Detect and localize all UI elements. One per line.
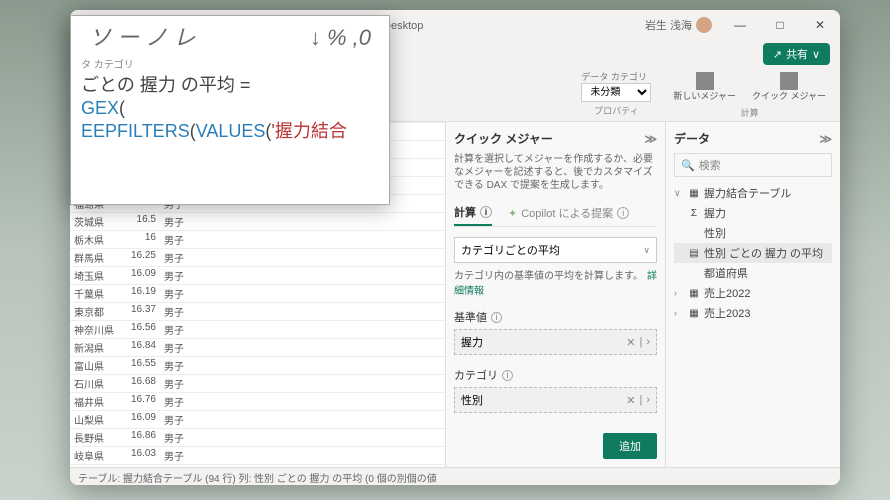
data-pane: データ ≫ 🔍 検索 ∨▦握力結合テーブル Σ握力 性別 ▤性別 ごとの 握力 … [665,122,840,467]
tab-copilot[interactable]: ✦ Copilot による提案i [508,200,629,226]
measure-icon: ▤ [688,247,700,259]
quick-measure-button[interactable]: クイック メジャー [746,70,832,104]
table-row[interactable]: 東京都16.37男子 [70,303,445,321]
tree-table[interactable]: ›▦売上2023 [674,303,832,323]
chevron-right-icon[interactable]: › [646,394,650,407]
minimize-button[interactable]: — [720,10,760,40]
sigma-icon: Σ [688,207,700,219]
table-row[interactable]: 石川県16.68男子 [70,375,445,393]
quick-measure-icon [780,72,798,90]
user-label[interactable]: 岩生 浅海 [645,17,712,33]
new-measure-button[interactable]: 新しいメジャー [667,70,742,104]
close-button[interactable]: ✕ [800,10,840,40]
status-bar: テーブル: 握力結合テーブル (94 行) 列: 性別 ごとの 握力 の平均 (… [70,467,840,485]
tab-calculation[interactable]: 計算i [454,200,492,226]
collapse-icon[interactable]: ≫ [644,132,657,146]
table-icon: ▦ [688,187,700,199]
maximize-button[interactable]: □ [760,10,800,40]
ribbon-group-properties: データ カテゴリ 未分類 プロパティ [581,70,651,117]
clear-icon[interactable]: ✕ [626,336,635,349]
zoom-ribbon-frag-left: ソ ー ノ レ [89,24,195,53]
quick-measure-pane: クイック メジャー ≫ 計算を選択してメジャーを作成するか、必要なメジャーを記述… [445,122,665,467]
table-row[interactable]: 長野県16.86男子 [70,429,445,447]
tree-table[interactable]: ›▦売上2022 [674,283,832,303]
table-row[interactable]: 福井県16.76男子 [70,393,445,411]
share-button[interactable]: ↗ 共有 ∨ [763,43,830,65]
table-row[interactable]: 新潟県16.84男子 [70,339,445,357]
table-row[interactable]: 千葉県16.19男子 [70,285,445,303]
tree-field[interactable]: 都道府県 [674,263,832,283]
data-category-label: データ カテゴリ [581,70,651,83]
info-icon: i [480,206,492,218]
info-icon: i [491,312,502,323]
ribbon-group-calculations: 新しいメジャー クイック メジャー 計算 [667,70,832,119]
measure-icon [696,72,714,90]
tree-field[interactable]: 性別 [674,223,832,243]
table-row[interactable]: 富山県16.55男子 [70,357,445,375]
calculation-select[interactable]: カテゴリごとの平均∨ [454,237,657,263]
tree-field-selected[interactable]: ▤性別 ごとの 握力 の平均 [674,243,832,263]
magnifier-overlay: ソ ー ノ レ ↓ % ,0 タ カテゴリ ごとの 握力 の平均 = GEX( … [70,15,390,205]
zoom-ribbon-frag-right: ↓ % ,0 [310,24,371,53]
tree-table[interactable]: ∨▦握力結合テーブル [674,183,832,203]
table-row[interactable]: 山梨県16.09男子 [70,411,445,429]
chevron-down-icon: ∨ [643,245,650,256]
collapse-icon[interactable]: ≫ [819,132,832,146]
table-row[interactable]: 群馬県16.25男子 [70,249,445,267]
table-row[interactable]: 岐阜県16.03男子 [70,447,445,465]
avatar [696,17,712,33]
data-category-select[interactable]: 未分類 [581,83,651,102]
sparkle-icon: ✦ [508,207,517,220]
category-field[interactable]: 性別 ✕|› [454,387,657,413]
table-icon: ▦ [688,307,700,319]
fields-tree: ∨▦握力結合テーブル Σ握力 性別 ▤性別 ごとの 握力 の平均 都道府県 ›▦… [674,183,832,323]
pane-title: データ [674,130,710,147]
clear-icon[interactable]: ✕ [626,394,635,407]
info-icon: i [617,207,629,219]
add-button[interactable]: 追加 [603,433,657,459]
tree-field[interactable]: Σ握力 [674,203,832,223]
pane-title: クイック メジャー [454,130,553,147]
pane-description: 計算を選択してメジャーを作成するか、必要なメジャーを記述すると、後でカスタマイズ… [454,153,657,192]
chevron-right-icon[interactable]: › [646,336,650,349]
table-row[interactable]: 茨城県16.5男子 [70,213,445,231]
table-icon: ▦ [688,287,700,299]
formula-bar-zoom: ごとの 握力 の平均 = GEX( EEPFILTERS(VALUES('握力結… [81,74,379,144]
info-icon: i [502,370,513,381]
table-row[interactable]: 栃木県16男子 [70,231,445,249]
search-icon: 🔍 [681,159,695,172]
table-row[interactable]: 神奈川県16.56男子 [70,321,445,339]
base-value-field[interactable]: 握力 ✕|› [454,329,657,355]
share-icon: ↗ [773,48,782,61]
search-input[interactable]: 🔍 検索 [674,153,832,177]
table-row[interactable]: 埼玉県16.09男子 [70,267,445,285]
